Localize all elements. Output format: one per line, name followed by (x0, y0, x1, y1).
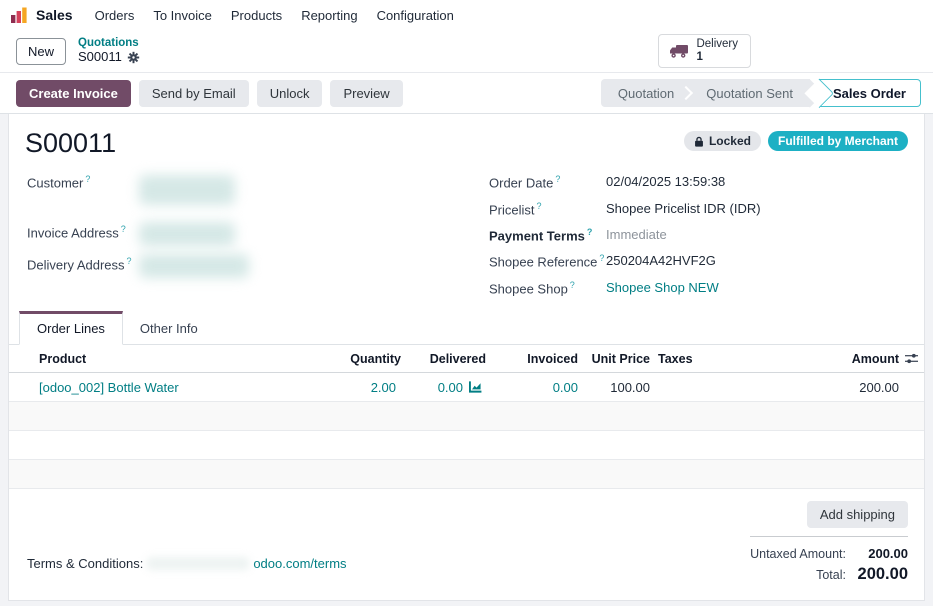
table-row[interactable]: [odoo_002] Bottle Water 2.00 0.00 0.00 1… (9, 373, 924, 402)
help-icon[interactable]: ? (537, 201, 542, 211)
breadcrumb-current-record: S00011 (78, 50, 122, 65)
order-lines-table: Product Quantity Delivered Invoiced Unit… (9, 345, 924, 489)
col-unit-price[interactable]: Unit Price (578, 352, 650, 366)
statusbar: Create Invoice Send by Email Unlock Prev… (0, 73, 933, 114)
cell-delivered[interactable]: 0.00 (396, 380, 463, 395)
smart-button-label: Delivery (696, 38, 738, 50)
add-shipping-button[interactable]: Add shipping (807, 501, 908, 528)
odoo-sales-window: Sales Orders To Invoice Products Reporti… (0, 0, 933, 601)
step-quotation[interactable]: Quotation (601, 79, 691, 107)
shopee-reference-value[interactable]: 250204A42HVF2G (606, 253, 716, 268)
delivery-address-label: Delivery Address? (27, 256, 139, 272)
app-name[interactable]: Sales (36, 7, 73, 23)
shopee-shop-label: Shopee Shop? (489, 280, 606, 296)
gear-icon[interactable] (127, 51, 140, 64)
cell-product[interactable]: [odoo_002] Bottle Water (9, 380, 326, 395)
forecast-chart-icon[interactable] (463, 381, 486, 393)
adjust-columns-icon[interactable] (899, 352, 924, 365)
total-value: 200.00 (856, 565, 908, 584)
col-invoiced[interactable]: Invoiced (486, 352, 578, 366)
col-taxes[interactable]: Taxes (650, 352, 768, 366)
top-navbar: Sales Orders To Invoice Products Reporti… (0, 0, 933, 30)
help-icon[interactable]: ? (85, 174, 90, 184)
truck-icon (669, 44, 689, 59)
col-quantity[interactable]: Quantity (331, 352, 401, 366)
terms-label: Terms & Conditions: (27, 556, 143, 571)
order-date-label: Order Date? (489, 174, 606, 190)
nav-item-orders[interactable]: Orders (95, 8, 135, 23)
untaxed-amount-label: Untaxed Amount: (750, 547, 846, 561)
nav-item-reporting[interactable]: Reporting (301, 8, 357, 23)
terms-url-redacted (147, 557, 249, 570)
notebook-tabs: Order Lines Other Info (9, 311, 924, 345)
control-panel: New Quotations S00011 (0, 30, 933, 72)
nav-item-configuration[interactable]: Configuration (377, 8, 454, 23)
payment-terms-value[interactable]: Immediate (606, 227, 667, 242)
create-invoice-button[interactable]: Create Invoice (16, 80, 131, 107)
shopee-shop-link[interactable]: Shopee Shop NEW (606, 280, 719, 295)
help-icon[interactable]: ? (121, 224, 126, 234)
empty-row[interactable] (9, 402, 924, 431)
customer-value-redacted[interactable] (139, 175, 235, 205)
col-delivered[interactable]: Delivered (401, 352, 486, 366)
status-steps: Quotation Quotation Sent Sales Order (601, 79, 921, 107)
field-group-right: Order Date? 02/04/2025 13:59:38 Pricelis… (489, 169, 908, 301)
nav-item-to-invoice[interactable]: To Invoice (153, 8, 212, 23)
customer-label: Customer? (27, 174, 139, 190)
step-sales-order-active[interactable]: Sales Order (819, 79, 921, 107)
bar-chart-logo-icon (10, 6, 28, 24)
help-icon[interactable]: ? (587, 227, 593, 237)
nav-item-products[interactable]: Products (231, 8, 282, 23)
fulfilled-by-merchant-badge: Fulfilled by Merchant (768, 131, 908, 151)
pricelist-label: Pricelist? (489, 201, 606, 217)
locked-badge: Locked (684, 131, 761, 151)
pricelist-value[interactable]: Shopee Pricelist IDR (IDR) (606, 201, 761, 216)
table-header-row: Product Quantity Delivered Invoiced Unit… (9, 345, 924, 373)
form-sheet: S00011 Locked Fulfilled by Merchant Cust… (8, 114, 925, 601)
sales-app-icon[interactable] (10, 6, 28, 24)
field-group-left: Customer? Invoice Address? Delivery Addr… (27, 169, 477, 301)
empty-row[interactable] (9, 431, 924, 460)
cell-invoiced[interactable]: 0.00 (486, 380, 578, 395)
help-icon[interactable]: ? (570, 280, 575, 290)
untaxed-amount-value: 200.00 (856, 546, 908, 561)
cell-amount: 200.00 (768, 380, 899, 395)
step-quotation-sent[interactable]: Quotation Sent (689, 79, 810, 107)
field-groups: Customer? Invoice Address? Delivery Addr… (9, 161, 924, 301)
lock-icon (694, 136, 704, 147)
terms-link[interactable]: odoo.com/terms (253, 556, 346, 571)
smart-button-count: 1 (696, 51, 702, 63)
order-date-value[interactable]: 02/04/2025 13:59:38 (606, 174, 725, 189)
help-icon[interactable]: ? (127, 256, 132, 266)
payment-terms-label: Payment Terms? (489, 227, 606, 243)
col-product[interactable]: Product (9, 352, 331, 366)
delivery-smart-button[interactable]: Delivery 1 (658, 34, 751, 67)
tab-other-info[interactable]: Other Info (123, 311, 215, 344)
unlock-button[interactable]: Unlock (257, 80, 323, 107)
total-label: Total: (816, 568, 846, 582)
tab-order-lines[interactable]: Order Lines (19, 311, 123, 345)
empty-row[interactable] (9, 460, 924, 489)
send-by-email-button[interactable]: Send by Email (139, 80, 249, 107)
terms-and-conditions: Terms & Conditions: odoo.com/terms (27, 556, 347, 571)
new-button[interactable]: New (16, 38, 66, 65)
col-amount[interactable]: Amount (768, 352, 899, 366)
invoice-address-value-redacted[interactable] (139, 222, 235, 246)
cell-quantity[interactable]: 2.00 (326, 380, 396, 395)
help-icon[interactable]: ? (599, 253, 604, 263)
record-title: S00011 (25, 127, 116, 159)
cell-unit-price[interactable]: 100.00 (578, 380, 650, 395)
shopee-reference-label: Shopee Reference? (489, 253, 606, 269)
help-icon[interactable]: ? (555, 174, 560, 184)
delivery-address-value-redacted[interactable] (139, 254, 249, 278)
breadcrumb: Quotations S00011 (78, 37, 140, 65)
invoice-address-label: Invoice Address? (27, 224, 139, 240)
totals-block: Untaxed Amount: 200.00 Total: 200.00 (750, 536, 908, 586)
preview-button[interactable]: Preview (330, 80, 402, 107)
